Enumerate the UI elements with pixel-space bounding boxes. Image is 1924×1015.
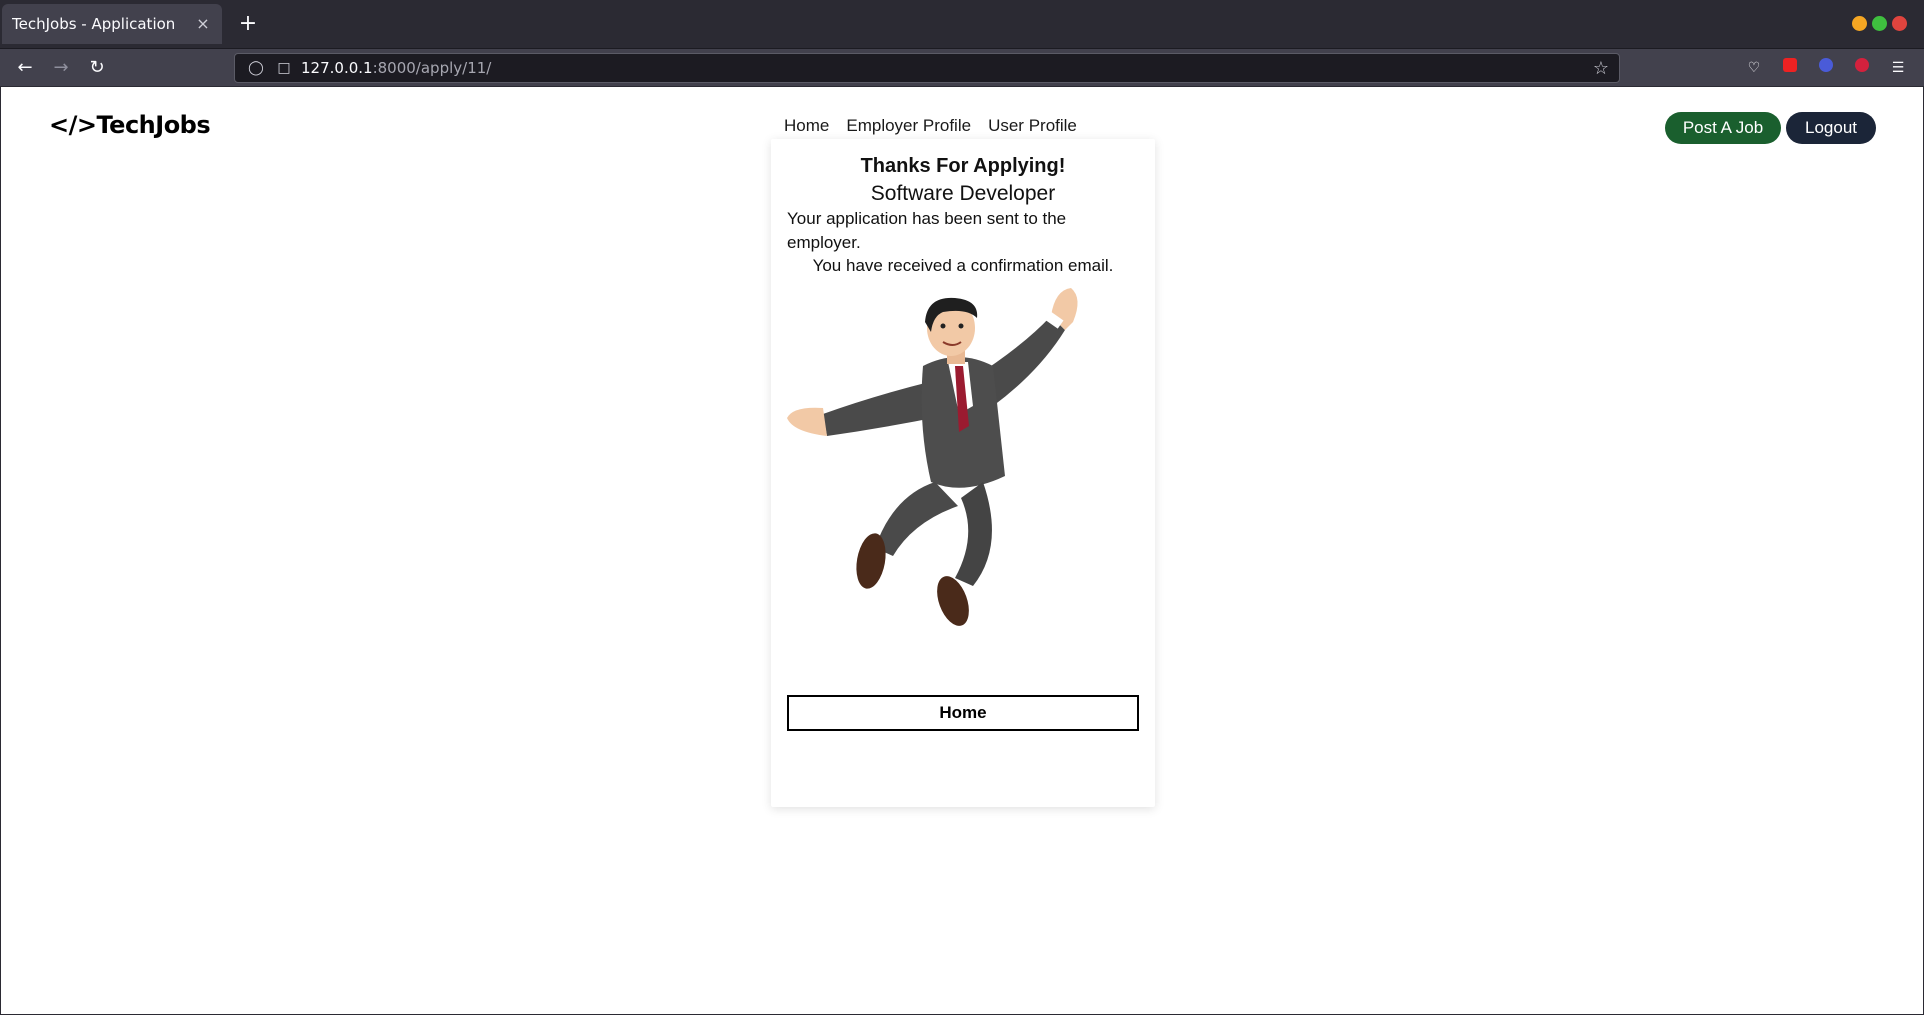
site-logo[interactable]: </>TechJobs <box>49 111 211 139</box>
menu-hamburger-icon[interactable]: ☰ <box>1888 58 1908 78</box>
job-title: Software Developer <box>870 182 1056 205</box>
confirmation-card: Thanks For Applying! Software Developer … <box>771 139 1155 807</box>
nav-employer-profile-link[interactable]: Employer Profile <box>846 116 971 136</box>
url-host: 127.0.0.1 <box>301 59 373 77</box>
close-window-button[interactable] <box>1892 16 1907 31</box>
web-page: </>TechJobs Home Employer Profile User P… <box>1 87 1923 1014</box>
browser-tab[interactable]: TechJobs - Application × <box>2 4 222 44</box>
main-nav: Home Employer Profile User Profile <box>784 116 1077 136</box>
tab-close-icon[interactable]: × <box>194 15 212 33</box>
confirmation-heading: Thanks For Applying! <box>860 155 1066 177</box>
back-arrow-icon[interactable]: ← <box>14 57 36 79</box>
minimize-window-button[interactable] <box>1852 16 1867 31</box>
url-path: :8000/apply/11/ <box>372 59 492 77</box>
browser-toolbar: ← → ↻ ◯ □ 127.0.0.1:8000/apply/11/ ☆ ♡ ☰ <box>0 48 1924 86</box>
post-job-button[interactable]: Post A Job <box>1665 112 1781 144</box>
url-bar[interactable]: ◯ □ 127.0.0.1:8000/apply/11/ ☆ <box>234 53 1620 83</box>
forward-arrow-icon[interactable]: → <box>50 57 72 79</box>
reload-icon[interactable]: ↻ <box>86 57 108 79</box>
tab-title: TechJobs - Application <box>12 15 176 33</box>
shield-icon[interactable]: ◯ <box>245 60 267 76</box>
bookmark-star-icon[interactable]: ☆ <box>1593 58 1609 79</box>
pocket-icon[interactable]: ♡ <box>1744 58 1764 78</box>
extension-eye-icon[interactable] <box>1816 58 1836 78</box>
jumping-businessman-illustration <box>787 288 1078 626</box>
new-tab-button[interactable]: + <box>236 12 260 36</box>
nav-user-profile-link[interactable]: User Profile <box>988 116 1077 136</box>
home-button[interactable]: Home <box>787 695 1139 731</box>
sent-message: Your application has been sent to the em… <box>787 209 1067 252</box>
extension-video-icon[interactable] <box>1852 58 1872 78</box>
nav-home-link[interactable]: Home <box>784 116 829 136</box>
maximize-window-button[interactable] <box>1872 16 1887 31</box>
browser-tab-bar: TechJobs - Application × + <box>0 0 1924 48</box>
page-icon: □ <box>277 60 291 76</box>
email-message: You have received a confirmation email. <box>812 256 1114 275</box>
extension-lock-icon[interactable] <box>1780 58 1800 78</box>
logout-button[interactable]: Logout <box>1786 112 1876 144</box>
